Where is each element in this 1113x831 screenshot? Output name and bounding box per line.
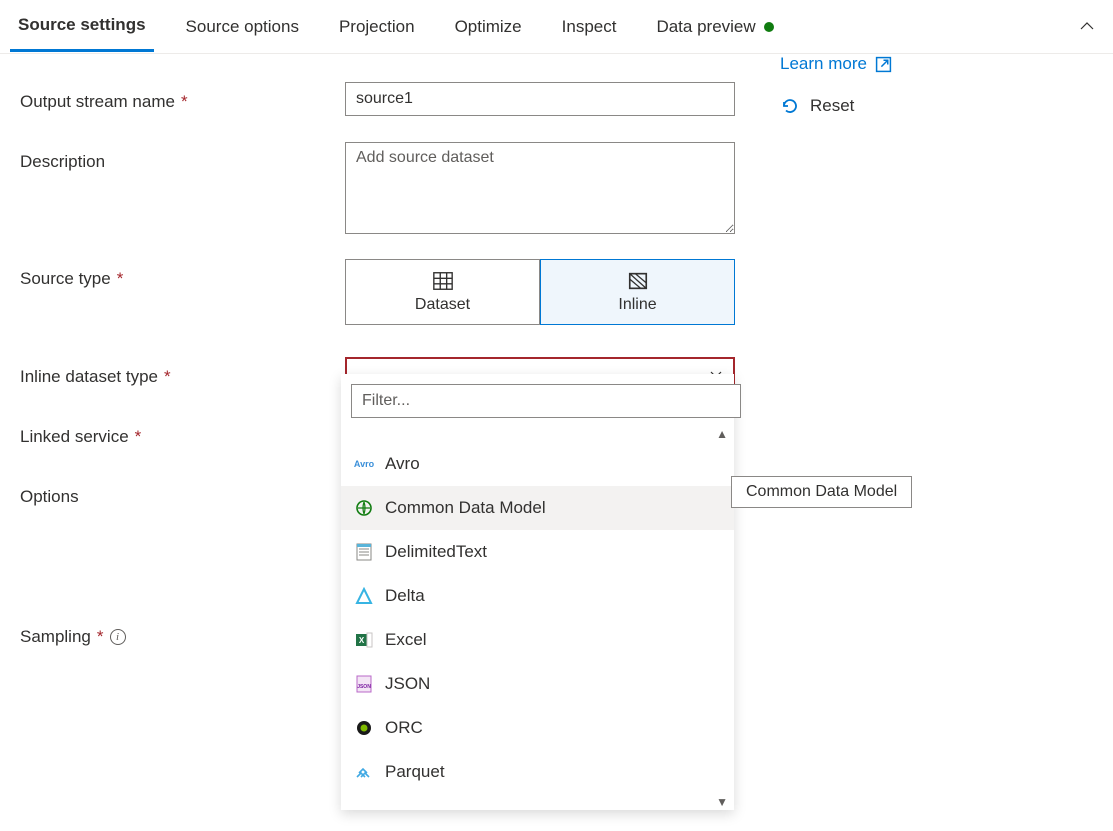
tab-label: Source options <box>186 17 299 37</box>
external-link-icon <box>875 56 892 73</box>
info-icon[interactable]: i <box>110 629 126 645</box>
item-label: Excel <box>385 630 427 650</box>
required-asterisk: * <box>164 367 171 387</box>
required-asterisk: * <box>117 269 124 289</box>
toggle-label: Inline <box>618 296 656 314</box>
tab-label: Source settings <box>18 15 146 35</box>
svg-text:X: X <box>359 636 365 645</box>
cdm-icon <box>355 499 373 517</box>
svg-text:JSON: JSON <box>357 684 371 690</box>
side-column: Learn more Reset <box>780 54 892 116</box>
description-textarea[interactable] <box>345 142 735 234</box>
form-content: Learn more Reset Output stream name * De… <box>0 54 1113 705</box>
item-label: JSON <box>385 674 430 694</box>
excel-icon: X <box>355 631 373 649</box>
reset-icon <box>780 96 800 116</box>
required-asterisk: * <box>97 627 104 647</box>
source-type-toggle-group: Dataset Inline <box>345 259 740 325</box>
dropdown-item-orc[interactable]: ORC <box>341 706 734 750</box>
dropdown-item-json[interactable]: JSON JSON <box>341 662 734 706</box>
source-type-inline-button[interactable]: Inline <box>540 259 735 325</box>
tab-label: Inspect <box>562 17 617 37</box>
inline-icon <box>627 270 649 292</box>
source-type-dataset-button[interactable]: Dataset <box>345 259 540 325</box>
delimited-icon <box>355 543 373 561</box>
dropdown-list[interactable]: Avro Avro Common Data Model DelimitedTex… <box>341 442 734 794</box>
row-output-stream-name: Output stream name * <box>20 82 1093 122</box>
tab-label: Data preview <box>656 17 755 37</box>
tab-label: Optimize <box>455 17 522 37</box>
orc-icon <box>355 719 373 737</box>
parquet-icon <box>355 763 373 781</box>
item-label: ORC <box>385 718 423 738</box>
item-label: Common Data Model <box>385 498 546 518</box>
dropdown-item-parquet[interactable]: Parquet <box>341 750 734 794</box>
inline-dataset-type-label: Inline dataset type * <box>20 357 345 387</box>
json-icon: JSON <box>355 675 373 693</box>
dropdown-item-avro[interactable]: Avro Avro <box>341 442 734 486</box>
scroll-down-arrow-icon: ▼ <box>341 794 734 810</box>
dropdown-item-excel[interactable]: X Excel <box>341 618 734 662</box>
description-label: Description <box>20 142 345 172</box>
dropdown-item-common-data-model[interactable]: Common Data Model <box>341 486 734 530</box>
scroll-up-arrow-icon: ▲ <box>341 426 734 442</box>
inline-dataset-type-dropdown: ▲ Avro Avro Common Data Model DelimitedT… <box>341 374 734 810</box>
toggle-label: Dataset <box>415 296 470 314</box>
required-asterisk: * <box>181 92 188 112</box>
linked-service-label: Linked service * <box>20 417 345 447</box>
tooltip-text: Common Data Model <box>746 483 897 500</box>
dropdown-item-delta[interactable]: Delta <box>341 574 734 618</box>
options-label: Options <box>20 477 345 507</box>
item-label: Parquet <box>385 762 445 782</box>
dataset-icon <box>432 270 454 292</box>
row-source-type: Source type * Dataset <box>20 259 1093 325</box>
sampling-label: Sampling * i <box>20 617 345 647</box>
source-type-label: Source type * <box>20 259 345 289</box>
dropdown-item-delimitedtext[interactable]: DelimitedText <box>341 530 734 574</box>
item-label: DelimitedText <box>385 542 487 562</box>
tab-source-options[interactable]: Source options <box>178 3 307 51</box>
output-stream-name-input[interactable] <box>345 82 735 116</box>
reset-label: Reset <box>810 96 854 116</box>
avro-icon: Avro <box>355 455 373 473</box>
item-label: Delta <box>385 586 425 606</box>
tab-projection[interactable]: Projection <box>331 3 423 51</box>
tab-source-settings[interactable]: Source settings <box>10 1 154 52</box>
learn-more-label: Learn more <box>780 54 867 74</box>
hover-tooltip: Common Data Model <box>731 476 912 508</box>
tab-inspect[interactable]: Inspect <box>554 3 625 51</box>
row-description: Description <box>20 142 1093 237</box>
tab-data-preview[interactable]: Data preview <box>648 3 781 51</box>
collapse-panel-button[interactable] <box>1079 18 1095 37</box>
status-dot-icon <box>764 22 774 32</box>
item-label: Avro <box>385 454 420 474</box>
dropdown-filter-input[interactable] <box>351 384 741 418</box>
learn-more-link[interactable]: Learn more <box>780 54 892 74</box>
delta-icon <box>355 587 373 605</box>
output-stream-name-label: Output stream name * <box>20 82 345 112</box>
required-asterisk: * <box>135 427 142 447</box>
reset-button[interactable]: Reset <box>780 96 892 116</box>
tab-optimize[interactable]: Optimize <box>447 3 530 51</box>
tab-label: Projection <box>339 17 415 37</box>
tab-bar: Source settings Source options Projectio… <box>0 0 1113 54</box>
